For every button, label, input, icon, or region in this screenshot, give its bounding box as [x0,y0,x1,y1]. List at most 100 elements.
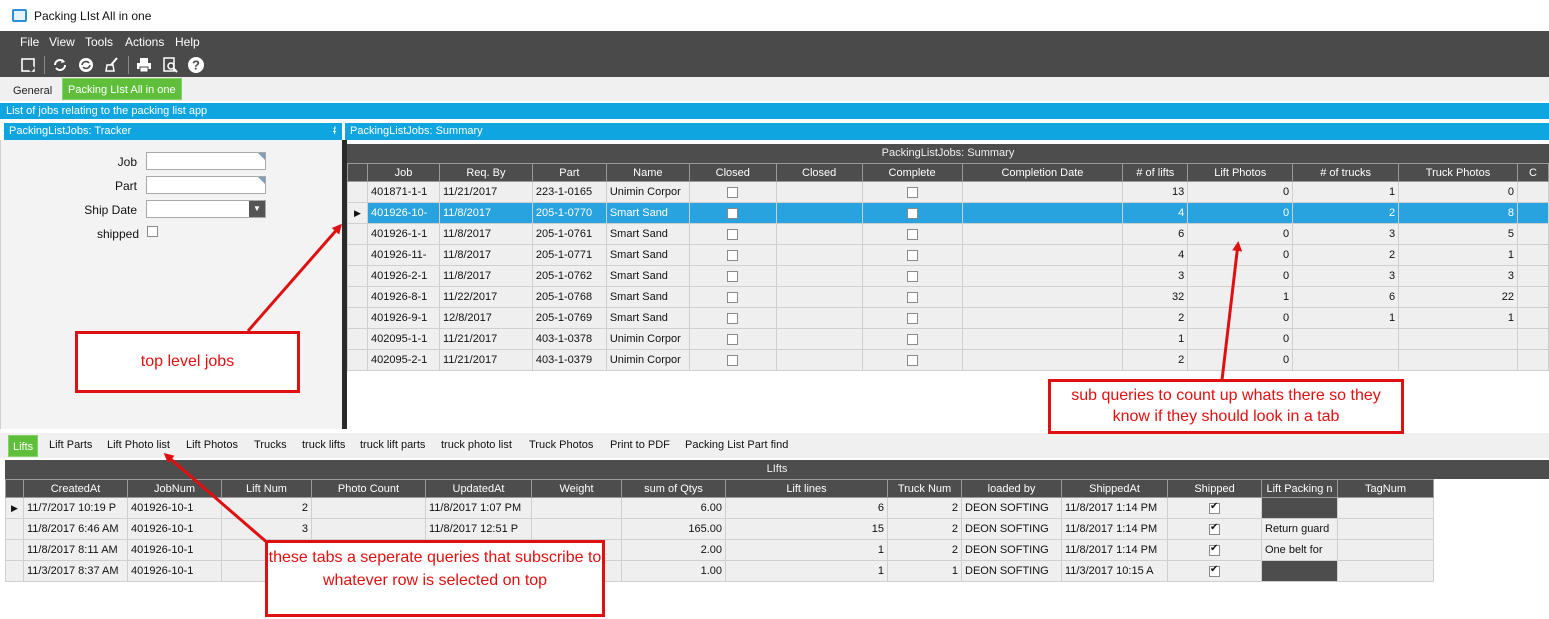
column-header[interactable]: Shipped [1167,479,1262,498]
cell-shipped[interactable] [1167,518,1262,540]
cell-lifts[interactable]: 4 [1122,244,1189,266]
cell-req-by[interactable]: 11/21/2017 [438,328,533,350]
cell-closed-2[interactable] [775,307,863,329]
cell-c[interactable] [1516,328,1549,350]
cell-c[interactable] [1516,349,1549,371]
row-indicator[interactable] [347,307,368,329]
lift-row[interactable]: 11/3/2017 8:37 AM 401926-10-1 1.00 1 1 DEON S… [5,560,1441,582]
cell-complete[interactable] [861,307,963,329]
cell-lift-lines[interactable]: 6 [725,497,888,519]
cell-closed[interactable] [688,202,777,224]
cell-weight[interactable] [531,497,622,519]
cell-closed[interactable] [688,286,777,308]
cell-closed[interactable] [688,244,777,266]
cell-lifts[interactable]: 1 [1122,328,1189,350]
cell-part[interactable]: 403-1-0378 [531,328,607,350]
cell-trucks[interactable]: 3 [1292,223,1400,245]
menu-help[interactable]: Help [175,35,200,49]
cell-job[interactable]: 401926-9-1 [366,307,440,329]
tab-truck-lift-parts[interactable]: truck lift parts [360,439,425,451]
cell-truck-photos[interactable] [1398,349,1518,371]
cell-job[interactable]: 401926-1-1 [366,223,440,245]
cell-c[interactable] [1516,202,1549,224]
cell-closed-2[interactable] [775,349,863,371]
row-pointer-icon[interactable]: ▶ [5,497,24,519]
complete-checkbox[interactable] [906,270,918,282]
cell-tag-num[interactable] [1337,518,1434,540]
summary-row[interactable]: 402095-1-1 11/21/2017 403-1-0378 Unimin Cor… [347,328,1549,350]
cell-sum-qtys[interactable]: 2.00 [621,539,726,561]
new-icon[interactable] [18,55,38,75]
complete-checkbox[interactable] [906,207,918,219]
cell-lifts[interactable]: 2 [1122,307,1189,329]
chevron-down-icon[interactable]: ▼ [249,201,265,217]
cell-name[interactable]: Smart Sand [605,244,690,266]
cell-lift-photos[interactable]: 1 [1187,286,1294,308]
cell-created-at[interactable]: 11/8/2017 6:46 AM [23,518,128,540]
cell-job-num[interactable]: 401926-10-1 [127,497,222,519]
cell-loaded-by[interactable]: DEON SOFTING [961,560,1062,582]
cell-truck-photos[interactable]: 1 [1398,244,1518,266]
column-header[interactable]: Part [531,163,607,182]
cell-c[interactable] [1516,244,1549,266]
cell-job[interactable]: 402095-1-1 [366,328,440,350]
cell-truck-photos[interactable]: 0 [1398,181,1518,203]
tab-general[interactable]: General [8,80,57,102]
cell-complete[interactable] [861,265,963,287]
cell-tag-num[interactable] [1337,560,1434,582]
cell-lift-photos[interactable]: 0 [1187,328,1294,350]
row-indicator[interactable] [347,328,368,350]
cell-tag-num[interactable] [1337,539,1434,561]
column-header[interactable]: Closed [688,163,777,182]
cell-trucks[interactable]: 1 [1292,181,1400,203]
closed-checkbox[interactable] [727,270,739,282]
cell-part[interactable]: 223-1-0165 [531,181,607,203]
column-header[interactable]: Weight [531,479,622,498]
cell-job[interactable]: 401926-10- [366,202,440,224]
cell-lifts[interactable]: 6 [1122,223,1189,245]
tab-truck-photo-list[interactable]: truck photo list [441,439,512,451]
cell-photo-count[interactable] [311,497,426,519]
summary-row[interactable]: ▶ 401926-10- 11/8/2017 205-1-0770 Smart Sand… [347,202,1549,224]
help-icon[interactable]: ? [186,55,206,75]
tab-lift-parts[interactable]: Lift Parts [49,439,92,451]
cell-lift-photos[interactable]: 0 [1187,244,1294,266]
column-header[interactable]: loaded by [961,479,1062,498]
cell-truck-photos[interactable]: 3 [1398,265,1518,287]
column-header[interactable]: Req. By [438,163,533,182]
cell-complete[interactable] [861,328,963,350]
cell-closed-2[interactable] [775,265,863,287]
shipped-checkbox[interactable] [1209,543,1220,556]
cell-job[interactable]: 401926-8-1 [366,286,440,308]
refresh-icon[interactable] [50,55,70,75]
tab-lift-photo-list[interactable]: Lift Photo list [107,439,170,451]
cell-completion-date[interactable] [961,181,1124,203]
cell-closed-2[interactable] [775,286,863,308]
cell-closed[interactable] [688,181,777,203]
part-input[interactable] [146,176,266,194]
tab-print-to-pdf[interactable]: Print to PDF [610,439,670,451]
row-indicator[interactable] [347,349,368,371]
column-header[interactable]: ShippedAt [1061,479,1168,498]
cell-loaded-by[interactable]: DEON SOFTING [961,518,1062,540]
row-indicator[interactable] [347,223,368,245]
cell-shipped-at[interactable]: 11/8/2017 1:14 PM [1061,539,1168,561]
cell-sum-qtys[interactable]: 1.00 [621,560,726,582]
summary-row[interactable]: 401926-8-1 11/22/2017 205-1-0768 Smart Sand… [347,286,1549,308]
closed-checkbox[interactable] [727,249,739,261]
cell-lift-packing[interactable] [1261,497,1338,519]
closed-checkbox[interactable] [727,291,739,303]
cell-sum-qtys[interactable]: 165.00 [621,518,726,540]
column-header[interactable]: Name [605,163,690,182]
cell-complete[interactable] [861,223,963,245]
closed-checkbox[interactable] [727,333,739,345]
cell-closed-2[interactable] [775,328,863,350]
column-header[interactable]: Completion Date [961,163,1124,182]
cell-lifts[interactable]: 13 [1122,181,1189,203]
cell-closed[interactable] [688,265,777,287]
tab-lifts[interactable]: Lifts [8,435,39,457]
cell-photo-count[interactable] [311,518,426,540]
column-header[interactable]: Complete [861,163,963,182]
cell-truck-photos[interactable]: 5 [1398,223,1518,245]
cell-shipped[interactable] [1167,560,1262,582]
